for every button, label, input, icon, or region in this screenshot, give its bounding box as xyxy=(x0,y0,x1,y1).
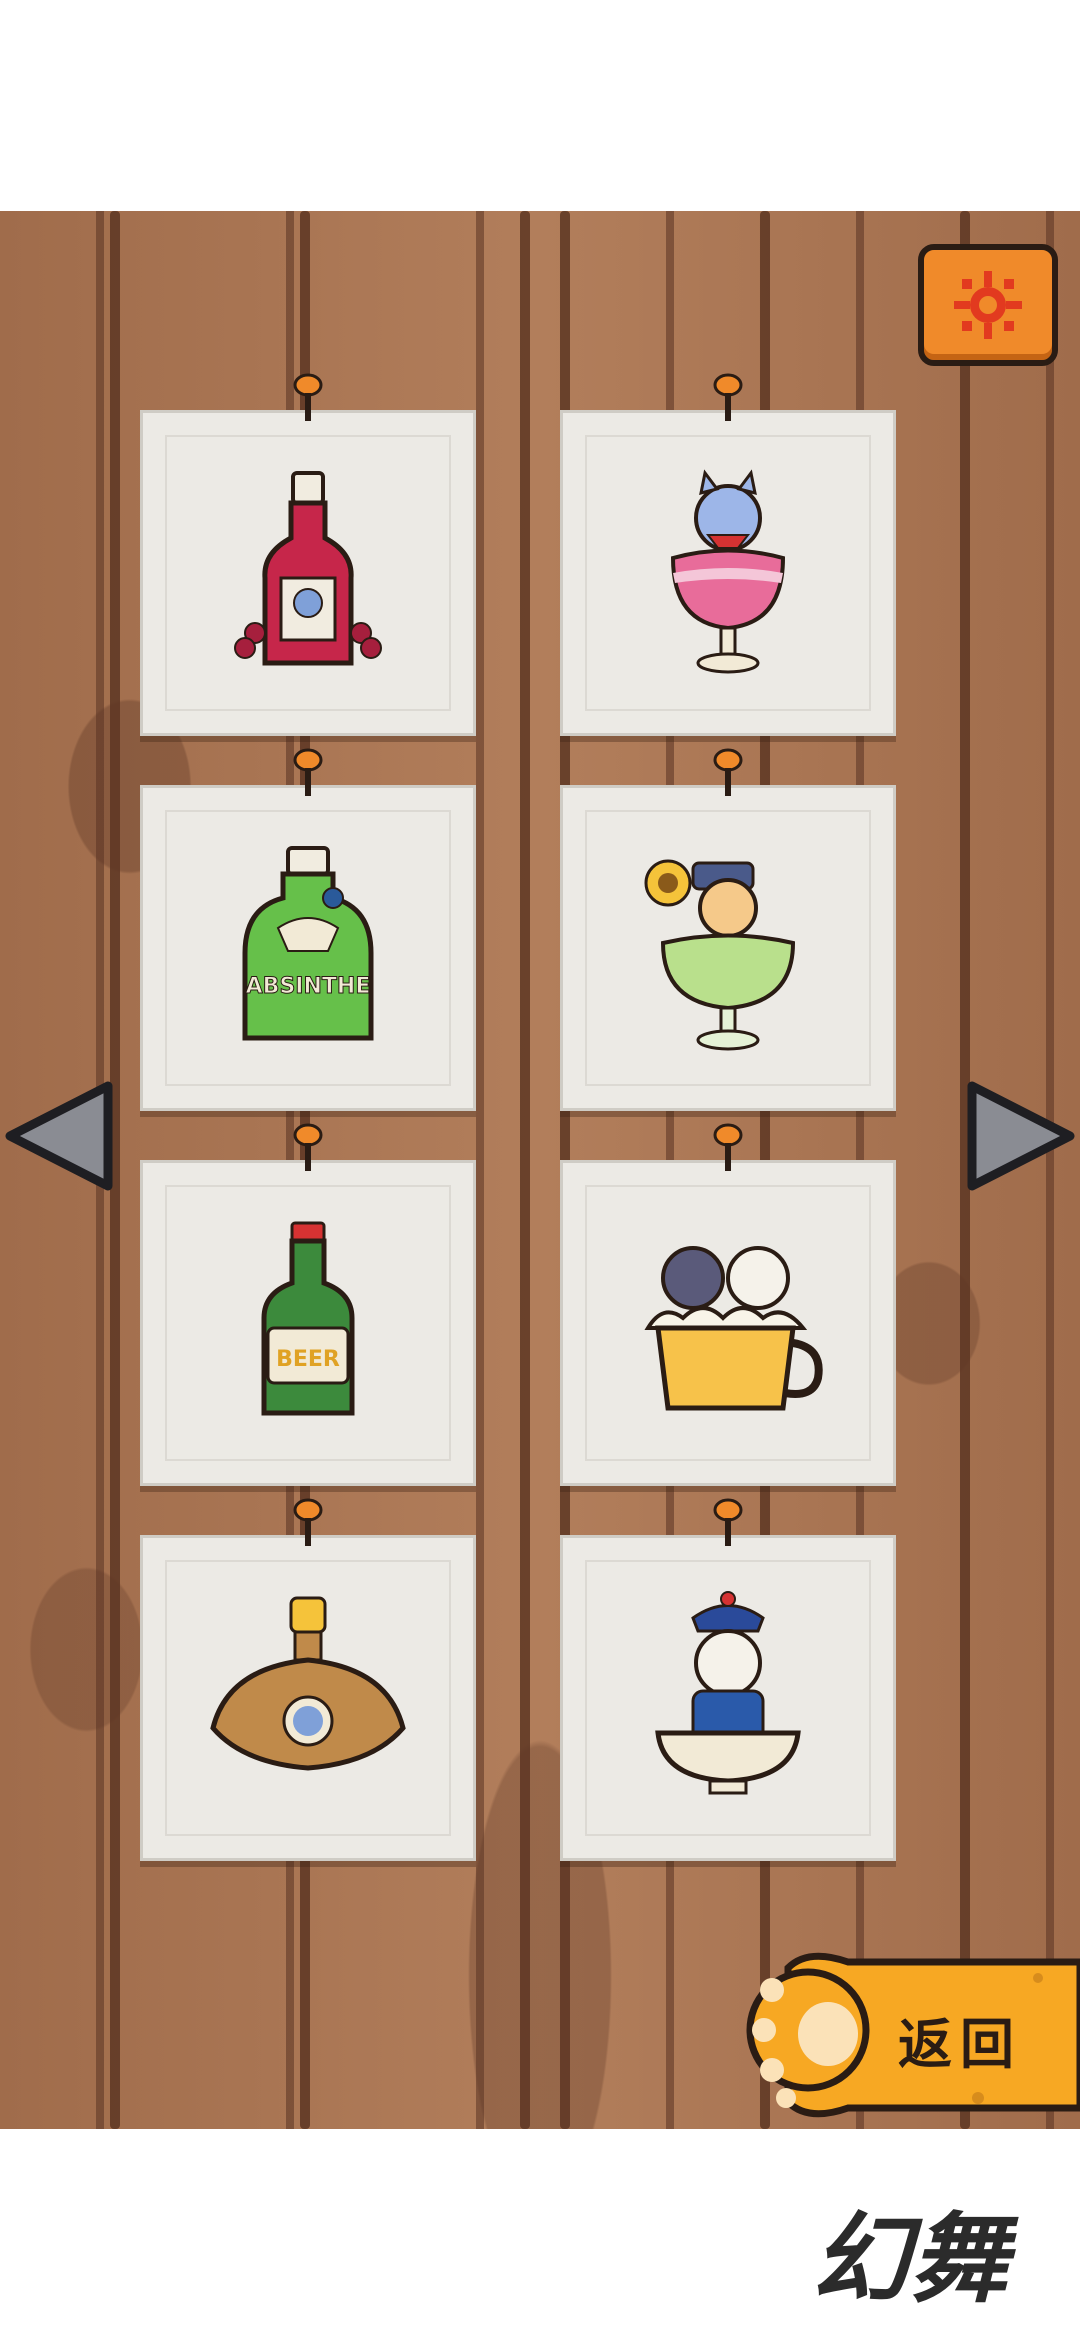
gear-icon xyxy=(954,271,1022,339)
pushpin-icon xyxy=(713,1498,743,1546)
collection-card-absinthe[interactable]: ABSINTHE xyxy=(140,748,476,1111)
cats-in-beer-mug-icon xyxy=(644,1246,823,1411)
arrow-left-icon xyxy=(5,1081,113,1191)
absinthe-bottle-icon: ABSINTHE xyxy=(242,846,374,1041)
collection-card-red-wine[interactable] xyxy=(140,373,476,736)
baijiu-flask-icon xyxy=(210,1596,406,1771)
arrow-right-icon xyxy=(967,1081,1075,1191)
absinthe-label: ABSINTHE xyxy=(246,974,371,999)
pushpin-icon xyxy=(713,373,743,421)
pushpin-icon xyxy=(293,373,323,421)
collection-card-beer[interactable]: BEER xyxy=(140,1123,476,1486)
plank-line xyxy=(520,211,530,2129)
collection-card-wine-cat[interactable] xyxy=(560,373,896,736)
watermark-text: 幻舞 xyxy=(812,2202,1009,2317)
settings-button[interactable] xyxy=(918,244,1058,366)
collection-card-absinthe-cat[interactable] xyxy=(560,748,896,1111)
cat-in-absinthe-glass-icon xyxy=(644,859,796,1051)
cat-in-wine-glass-icon xyxy=(670,469,786,674)
back-button-label: 返回 xyxy=(898,2013,1022,2076)
pushpin-icon xyxy=(293,1123,323,1171)
collection-card-baijiu[interactable] xyxy=(140,1498,476,1861)
pushpin-icon xyxy=(293,1498,323,1546)
next-page-button[interactable] xyxy=(964,1080,1080,1192)
collection-card-bowl-cat[interactable] xyxy=(560,1498,896,1861)
beer-bottle-icon: BEER xyxy=(261,1221,355,1416)
top-blank-area xyxy=(0,0,1080,211)
pushpin-icon xyxy=(293,748,323,796)
cat-in-bowl-icon xyxy=(655,1591,801,1795)
red-wine-bottle-icon xyxy=(234,471,382,666)
collection-card-beer-cats[interactable] xyxy=(560,1123,896,1486)
pushpin-icon xyxy=(713,748,743,796)
prev-page-button[interactable] xyxy=(0,1080,116,1192)
pushpin-icon xyxy=(713,1123,743,1171)
beer-label: BEER xyxy=(276,1347,340,1372)
